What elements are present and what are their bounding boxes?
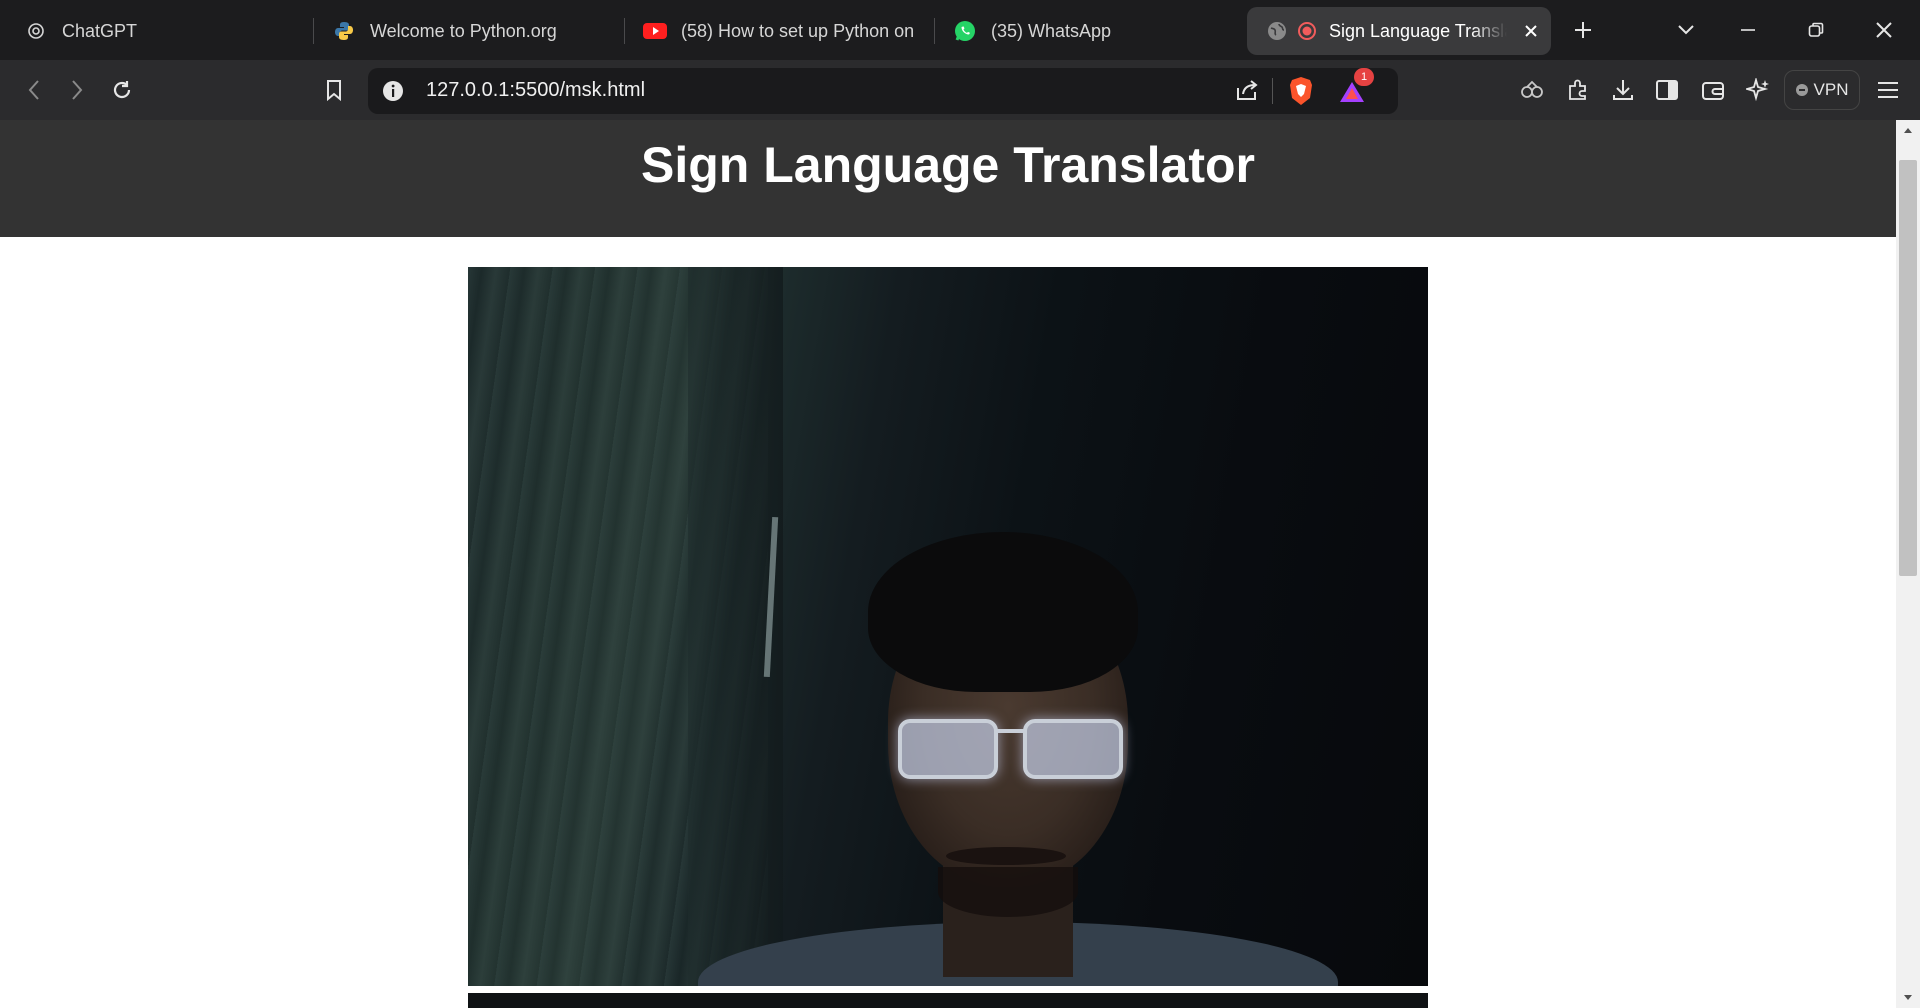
- glasses-bridge: [996, 729, 1026, 733]
- chatgpt-icon: [24, 19, 48, 43]
- address-divider: [1272, 78, 1273, 104]
- tab-chatgpt[interactable]: ChatGPT: [24, 7, 304, 55]
- close-tab-icon[interactable]: [1523, 23, 1539, 39]
- tab-title: (35) WhatsApp: [991, 20, 1112, 41]
- close-window-button[interactable]: [1866, 12, 1902, 48]
- tab-whatsapp[interactable]: (35) WhatsApp: [953, 7, 1213, 55]
- tab-title: Sign Language Transla: [1329, 20, 1507, 41]
- second-video-canvas: [468, 993, 1428, 1008]
- vpn-status-icon: [1795, 84, 1808, 96]
- rewards-badge: 1: [1354, 68, 1374, 86]
- scroll-down-arrow-icon[interactable]: [1896, 988, 1920, 1008]
- leo-ai-icon[interactable]: [1740, 72, 1776, 108]
- glasses-left-lens: [898, 719, 998, 779]
- reload-button[interactable]: [104, 72, 140, 108]
- vpn-label: VPN: [1813, 80, 1849, 99]
- scroll-up-arrow-icon[interactable]: [1896, 120, 1920, 140]
- brave-shields-icon[interactable]: [1288, 76, 1314, 106]
- menu-hamburger-icon[interactable]: [1870, 72, 1906, 108]
- youtube-icon: [643, 19, 667, 43]
- back-button[interactable]: [16, 72, 52, 108]
- web-page: Sign Language Translator: [0, 120, 1896, 1008]
- minimize-button[interactable]: [1730, 12, 1766, 48]
- webcam-video-feed: [468, 267, 1428, 986]
- whatsapp-icon: [953, 19, 977, 43]
- url-text[interactable]: 127.0.0.1:5500/msk.html: [426, 79, 645, 102]
- wallet-icon[interactable]: [1695, 72, 1731, 108]
- address-bar[interactable]: 127.0.0.1:5500/msk.html 1: [368, 68, 1398, 114]
- tab-separator: [313, 18, 314, 44]
- bookmark-icon[interactable]: [316, 72, 352, 108]
- page-header: Sign Language Translator: [0, 120, 1896, 237]
- tab-separator: [934, 18, 935, 44]
- site-info-icon[interactable]: [382, 80, 404, 102]
- sidebar-toggle-icon[interactable]: [1649, 72, 1685, 108]
- tab-title: ChatGPT: [62, 20, 138, 41]
- forward-button[interactable]: [59, 72, 95, 108]
- tab-title: (58) How to set up Python on: [681, 20, 915, 41]
- link-bubble-icon[interactable]: [1514, 72, 1550, 108]
- globe-icon: [1265, 19, 1289, 43]
- scroll-thumb[interactable]: [1899, 160, 1917, 576]
- tab-title: Welcome to Python.org: [370, 20, 557, 41]
- share-icon[interactable]: [1234, 78, 1260, 102]
- tab-python[interactable]: Welcome to Python.org: [332, 7, 622, 55]
- python-icon: [332, 19, 356, 43]
- new-tab-button[interactable]: [1565, 12, 1601, 48]
- page-scrollbar[interactable]: [1896, 120, 1920, 1008]
- vpn-button[interactable]: VPN: [1784, 70, 1860, 110]
- extensions-puzzle-icon[interactable]: [1560, 72, 1596, 108]
- tab-strip: ChatGPT Welcome to Python.org (58) How t…: [0, 0, 1920, 60]
- download-icon[interactable]: [1605, 72, 1641, 108]
- page-title: Sign Language Translator: [641, 137, 1255, 193]
- tab-separator: [624, 18, 625, 44]
- person-mustache: [946, 847, 1066, 865]
- tab-sign-language[interactable]: Sign Language Transla: [1247, 7, 1551, 55]
- tab-list-chevron-icon[interactable]: [1668, 12, 1704, 48]
- restore-button[interactable]: [1798, 12, 1834, 48]
- recording-icon: [1295, 19, 1319, 43]
- glasses-right-lens: [1023, 719, 1123, 779]
- person-beard: [938, 867, 1078, 917]
- tab-youtube[interactable]: (58) How to set up Python on: [643, 7, 915, 55]
- person-hair: [868, 532, 1138, 692]
